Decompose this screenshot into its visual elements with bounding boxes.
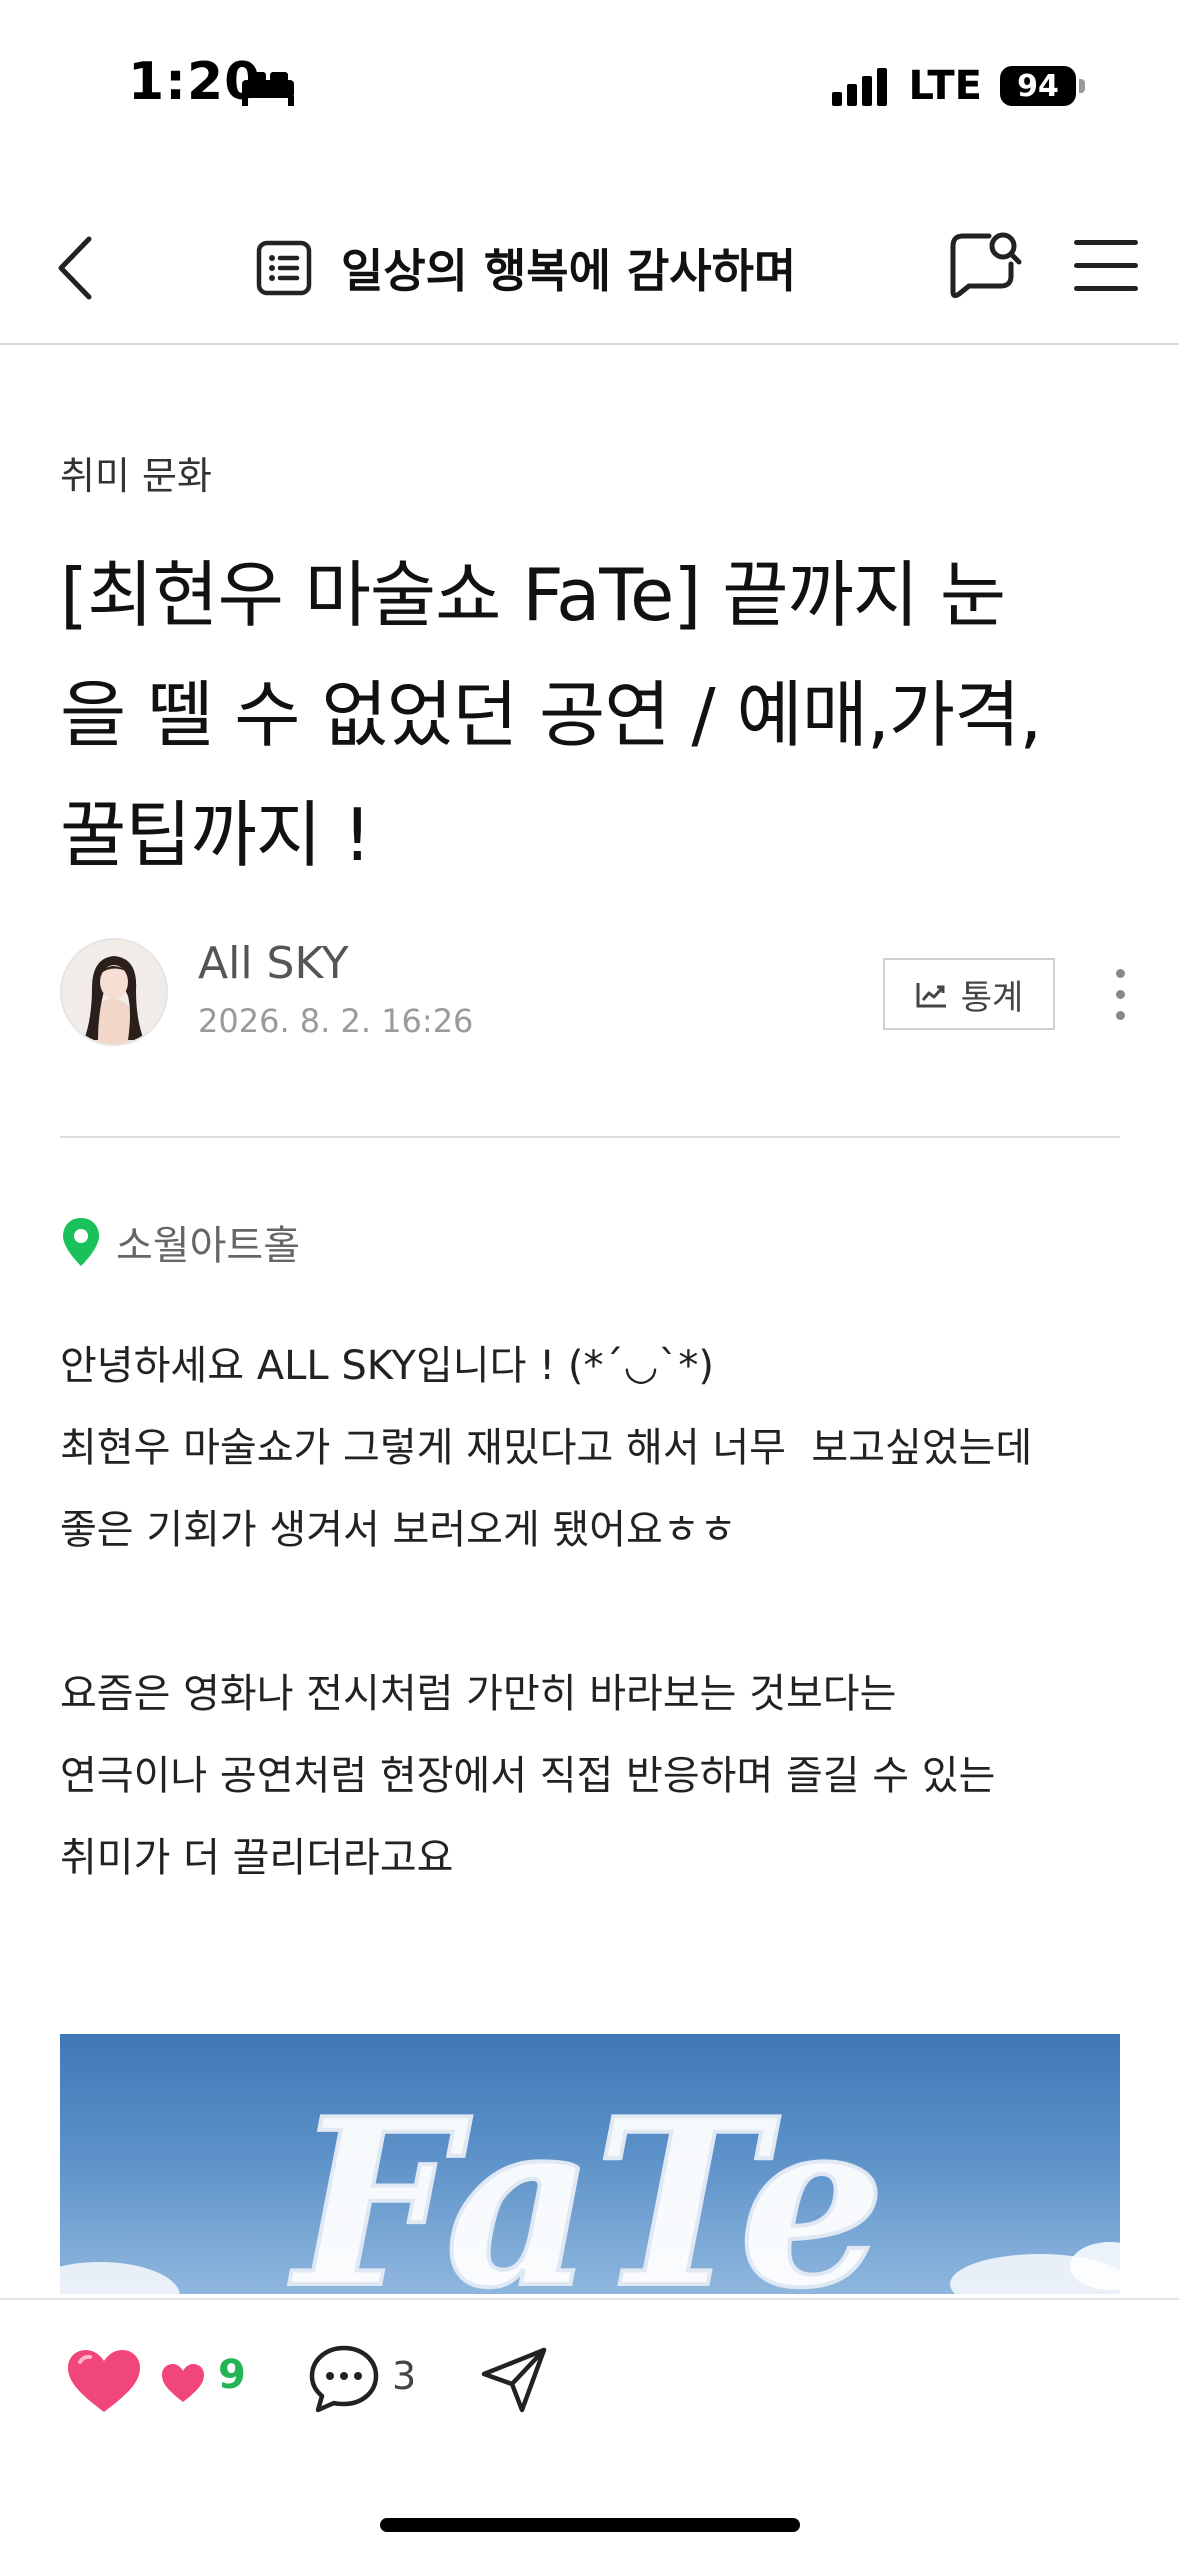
blog-title: 일상의 행복에 감사하며 — [341, 244, 797, 298]
location-name: 소월아트홀 — [116, 1223, 300, 1269]
body-paragraph-line: 좋은 기회가 생겨서 보러오게 됐어요ㅎㅎ — [60, 1507, 737, 1553]
comment-icon[interactable] — [306, 2342, 382, 2418]
author-row: All SKY 2026. 8. 2. 16:26 통계 — [60, 938, 1125, 1048]
post-body: 안녕하세요 ALL SKY입니다 ! (*´◡`*) 최현우 마술쇼가 그렇게 … — [60, 1325, 1120, 1899]
battery-icon: 94 — [1000, 66, 1076, 106]
share-send-icon[interactable] — [478, 2344, 550, 2416]
header-divider — [60, 1136, 1120, 1138]
post-title-line: 꿀팁까지 ! — [60, 793, 372, 877]
location-tag[interactable]: 소월아트홀 — [60, 1212, 300, 1272]
author-avatar[interactable] — [60, 938, 168, 1046]
body-paragraph-line: 취미가 더 끌리더라고요 — [60, 1835, 454, 1881]
likes-count-heart-icon — [162, 2364, 204, 2402]
battery-tip — [1079, 79, 1085, 93]
cellular-signal-icon — [831, 66, 887, 106]
bottom-action-bar: 9 3 — [0, 2298, 1179, 2556]
hamburger-menu-icon[interactable] — [1074, 230, 1138, 300]
post-title-line: [최현우 마술쇼 FaTe] 끝까지 눈 — [60, 553, 1006, 637]
back-button[interactable] — [40, 218, 110, 318]
stats-label: 통계 — [960, 977, 1024, 1018]
home-indicator — [380, 2518, 800, 2532]
stats-button[interactable]: 통계 — [883, 958, 1055, 1030]
more-options-icon[interactable] — [1100, 958, 1140, 1030]
post-category[interactable]: 취미 문화 — [60, 445, 212, 500]
author-name[interactable]: All SKY — [198, 938, 349, 989]
map-pin-icon — [63, 1218, 99, 1266]
post-date: 2026. 8. 2. 16:26 — [198, 1002, 474, 1040]
body-paragraph-line: 연극이나 공연처럼 현장에서 직접 반응하며 즐길 수 있는 — [60, 1753, 996, 1799]
status-bar: 1:20 LTE 94 — [0, 0, 1179, 170]
blog-header: 일상의 행복에 감사하며 — [0, 190, 1179, 345]
blog-title-link[interactable]: 일상의 행복에 감사하며 — [255, 228, 796, 308]
like-heart-icon[interactable] — [66, 2348, 142, 2416]
status-indicators: LTE 94 — [831, 58, 1085, 114]
blog-search-icon[interactable] — [945, 226, 1025, 306]
chevron-left-icon — [58, 236, 92, 300]
poster-artwork: FaTe — [60, 2067, 1120, 2294]
battery-level: 94 — [1017, 68, 1059, 104]
sleep-focus-icon — [242, 72, 294, 106]
body-paragraph-line — [60, 1571, 1120, 1653]
like-count[interactable]: 9 — [218, 2352, 246, 2398]
post-list-icon — [256, 240, 312, 296]
post-title-line: 을 뗄 수 없었던 공연 / 예매,가격, — [60, 673, 1042, 757]
body-paragraph-line: 최현우 마술쇼가 그렇게 재밌다고 해서 너무 보고싶었는데 — [60, 1425, 1033, 1471]
poster-title-text: FaTe — [289, 2069, 886, 2294]
post-title: [최현우 마술쇼 FaTe] 끝까지 눈 을 뗄 수 없었던 공연 / 예매,가… — [60, 535, 1120, 895]
trend-chart-icon — [916, 983, 946, 1008]
poster-image[interactable]: FaTe — [60, 2034, 1120, 2294]
body-paragraph-line: 안녕하세요 ALL SKY입니다 ! (*´◡`*) — [60, 1343, 714, 1389]
network-type: LTE — [908, 63, 982, 109]
comment-count[interactable]: 3 — [392, 2354, 416, 2398]
body-paragraph-line: 요즘은 영화나 전시처럼 가만히 바라보는 것보다는 — [60, 1671, 897, 1717]
